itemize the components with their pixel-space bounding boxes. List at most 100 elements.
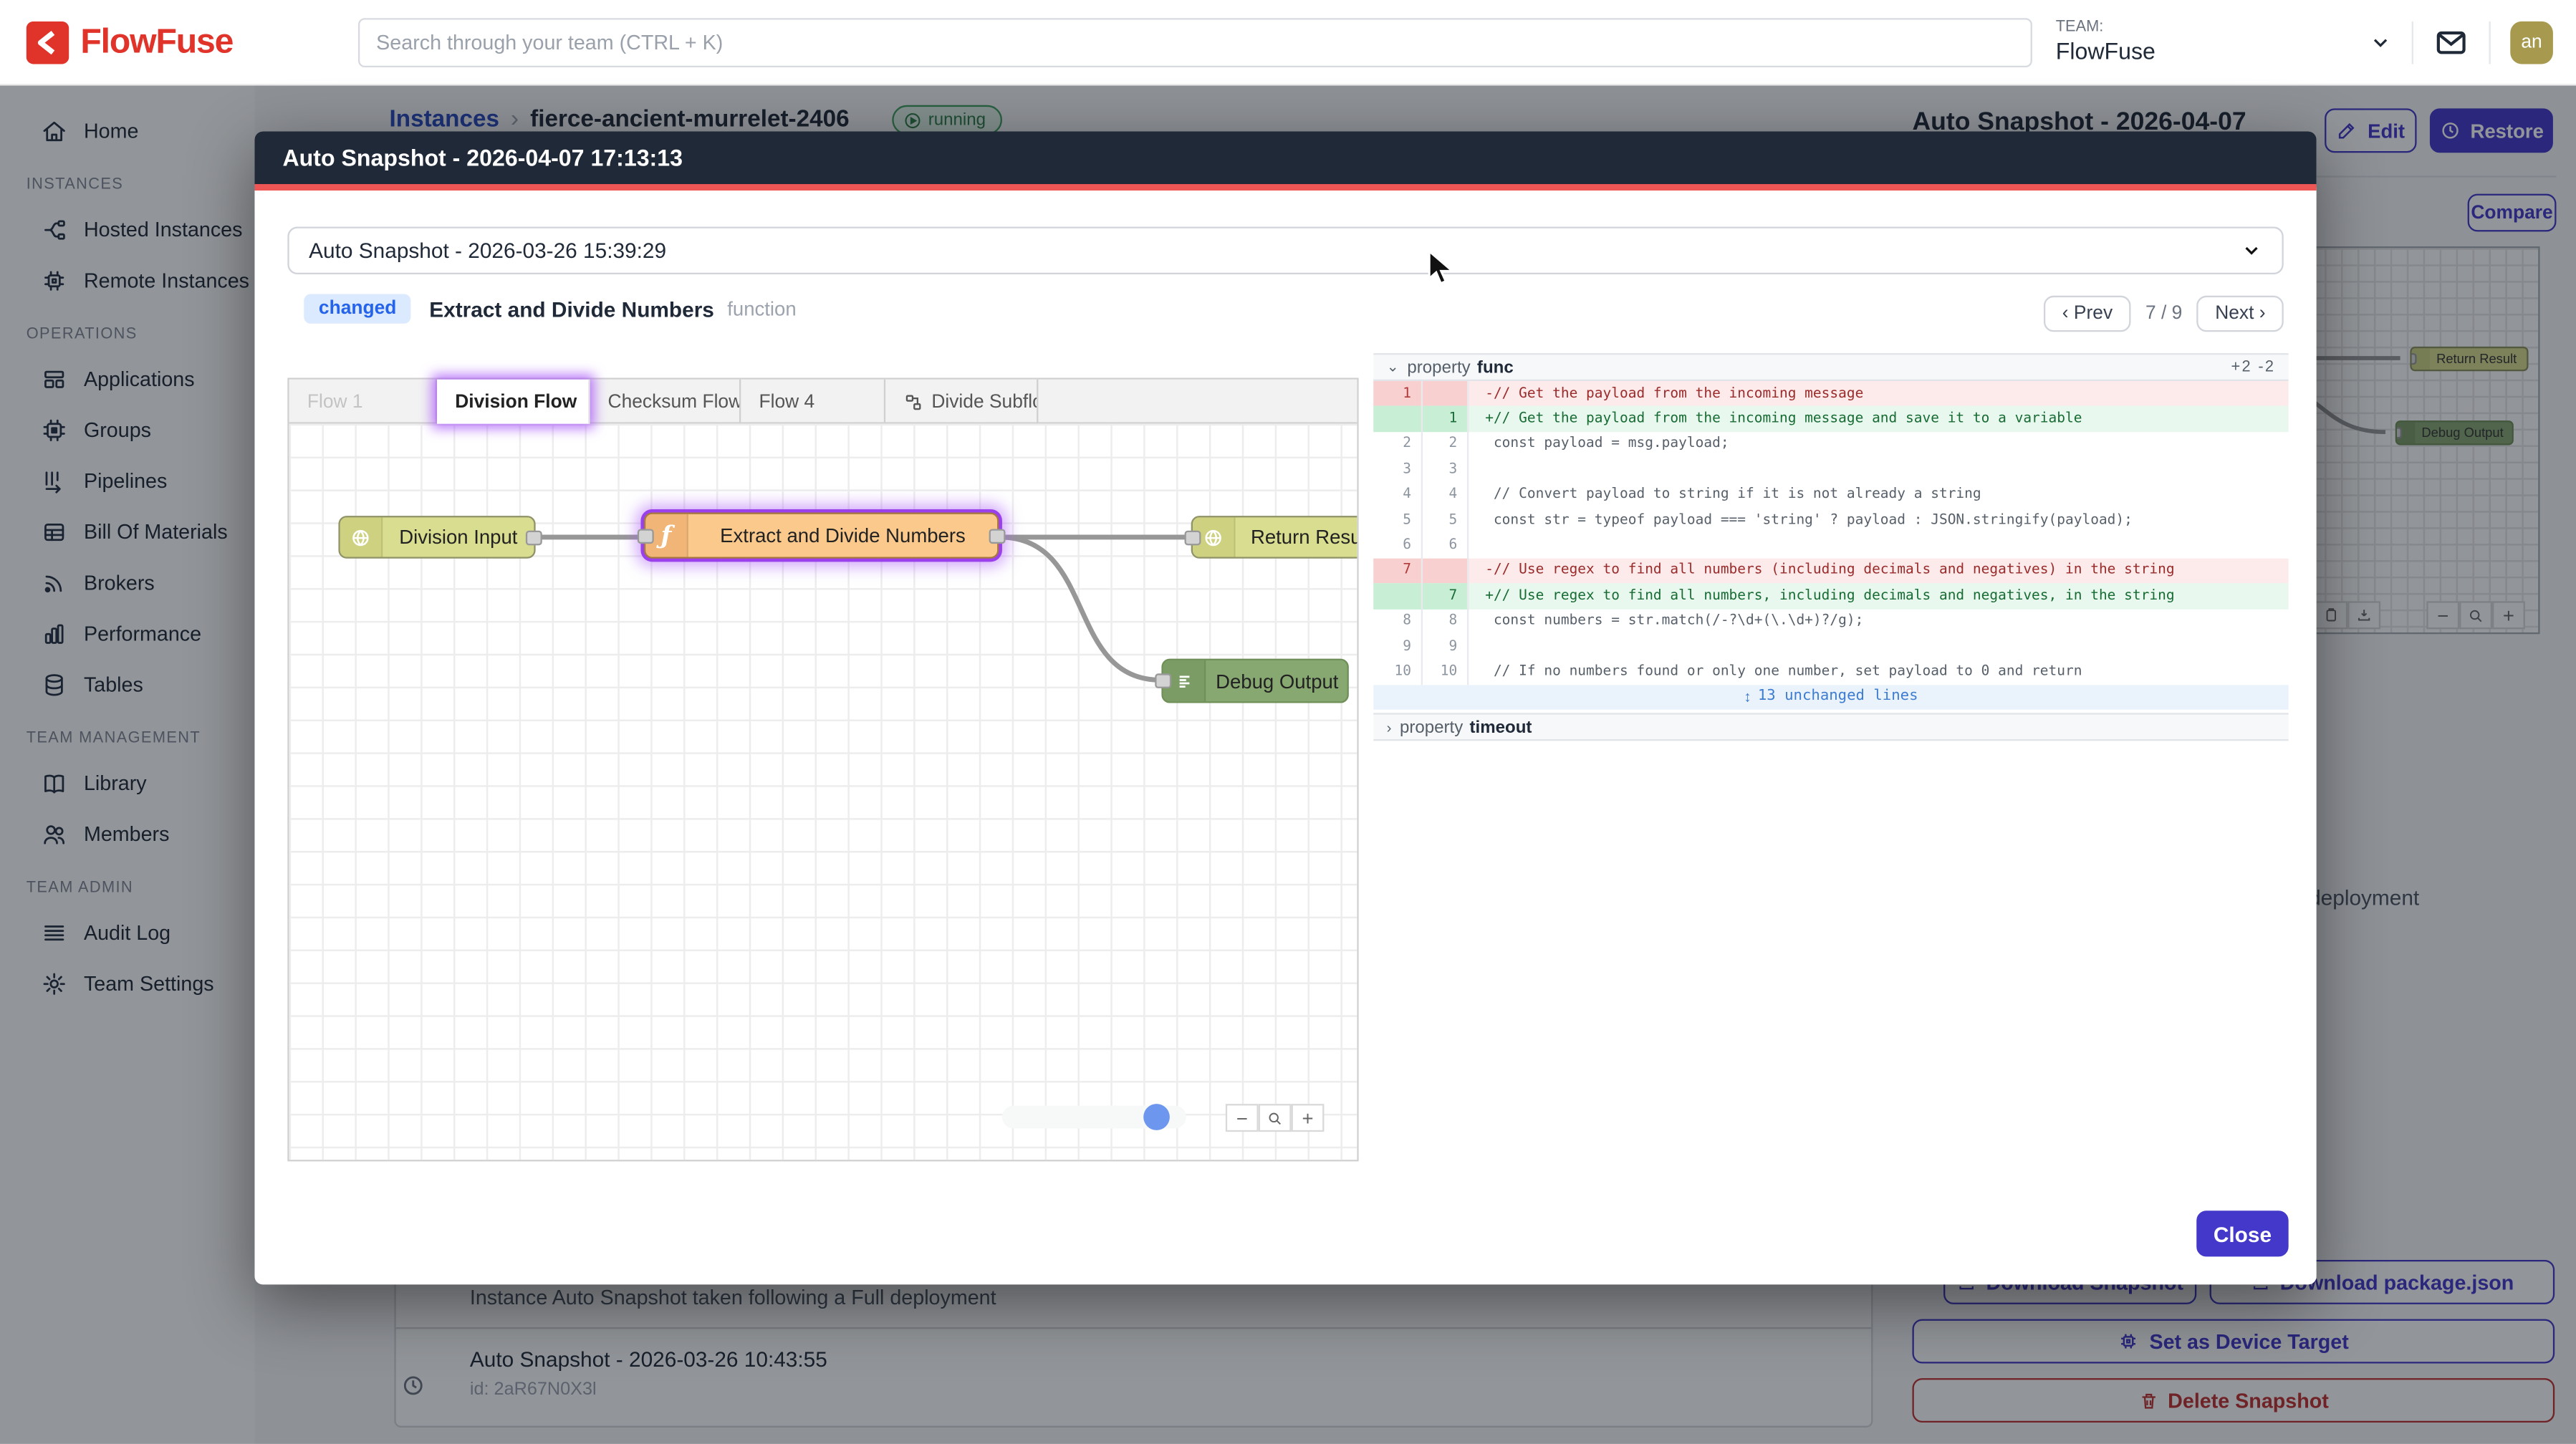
diff-property-header[interactable]: ⌄ property func +2 -2 <box>1373 353 2288 381</box>
diff-row-added: 1+// Get the payload from the incoming m… <box>1373 406 2288 431</box>
flowfuse-logo-icon <box>27 21 69 64</box>
tab-label: Division Flow <box>455 392 577 412</box>
diff-gutter-old: 6 <box>1373 533 1423 558</box>
close-button[interactable]: Close <box>2196 1210 2288 1256</box>
tab-flow-1[interactable]: Flow 1 <box>289 380 437 424</box>
changed-badge: changed <box>304 294 411 324</box>
node-port[interactable] <box>989 529 1006 544</box>
flow-tabs: Flow 1 Division Flow Checksum FlowFlow 4 Di… <box>289 380 1357 424</box>
team-label: TEAM: <box>2056 21 2156 39</box>
diff-gutter-new: 5 <box>1423 508 1469 533</box>
flowfuse-logo[interactable]: FlowFuse <box>27 21 330 64</box>
tab-flow-4[interactable]: Flow 4 <box>741 380 885 424</box>
diff-gutter-new <box>1423 558 1469 583</box>
diff-row-expander[interactable]: ↕ 13 unchanged lines <box>1373 685 2288 710</box>
diff-row-context: 99 <box>1373 634 2288 659</box>
node-port[interactable] <box>638 529 654 544</box>
diff-rows: 1 -// Get the payload from the incoming m… <box>1373 381 2288 710</box>
diff-gutter-old: 1 <box>1373 381 1423 406</box>
tab-checksum-flow[interactable]: Checksum Flow <box>590 380 741 424</box>
mail-icon[interactable] <box>2433 24 2469 60</box>
diff-row-context: 22 const payload = msg.payload; <box>1373 432 2288 457</box>
modal-header: Auto Snapshot - 2026-04-07 17:13:13 <box>254 131 2316 191</box>
diff-gutter-new: 3 <box>1423 457 1469 482</box>
diff-gutter-new: 6 <box>1423 533 1469 558</box>
diff-property-collapsed[interactable]: › property timeout <box>1373 713 2288 741</box>
diff-gutter-new <box>1423 381 1469 406</box>
next-button[interactable]: Next › <box>2197 296 2284 332</box>
diff-code <box>1469 533 2288 558</box>
dropdown-value: Auto Snapshot - 2026-03-26 15:39:29 <box>309 239 666 263</box>
snapshot-select-dropdown[interactable]: Auto Snapshot - 2026-03-26 15:39:29 <box>287 226 2283 274</box>
chevron-right-icon: › <box>1387 719 1392 736</box>
diff-row-added: 7+// Use regex to find all numbers, incl… <box>1373 583 2288 608</box>
search-input[interactable] <box>358 18 2032 67</box>
diff-code: +// Use regex to find all numbers, inclu… <box>1469 583 2288 608</box>
diff-code: const str = typeof payload === 'string' … <box>1469 508 2288 533</box>
diff-row-context: 55 const str = typeof payload === 'strin… <box>1373 508 2288 533</box>
team-selector[interactable]: TEAM: FlowFuse <box>2056 21 2156 65</box>
diff-row-context: 66 <box>1373 533 2288 558</box>
diff-gutter-new: 7 <box>1423 583 1469 608</box>
node-debug-output[interactable]: Debug Output <box>1161 659 1348 703</box>
tab-divide-subflow[interactable]: Divide Subflow <box>885 380 1038 424</box>
pagination-position: 7 / 9 <box>2145 304 2182 324</box>
diff-gutter-old: 4 <box>1373 482 1423 507</box>
diff-row-removed: 1 -// Get the payload from the incoming m… <box>1373 381 2288 406</box>
zoom-reset-button[interactable] <box>1259 1104 1292 1132</box>
node-port[interactable] <box>526 531 542 546</box>
diff-counts: +2 -2 <box>2231 358 2276 376</box>
diff-gutter-old <box>1373 406 1423 431</box>
tab-label: Flow 1 <box>307 392 363 412</box>
node-port[interactable] <box>1155 673 1171 688</box>
diff-code: const payload = msg.payload; <box>1469 432 2288 457</box>
node-extract-and-divide[interactable]: ƒ Extract and Divide Numbers <box>644 513 999 559</box>
diff-code: -// Use regex to find all numbers (inclu… <box>1469 558 2288 583</box>
modal-title: Auto Snapshot - 2026-04-07 17:13:13 <box>282 145 683 171</box>
diff-gutter-new: 4 <box>1423 482 1469 507</box>
topbar-divider <box>2412 21 2413 64</box>
diff-code: -// Get the payload from the incoming me… <box>1469 381 2288 406</box>
logo-text: FlowFuse <box>80 22 233 62</box>
diff-gutter-old: 10 <box>1373 659 1423 684</box>
diff-gutter-new: 9 <box>1423 634 1469 659</box>
zoom-in-button[interactable]: + <box>1292 1104 1325 1132</box>
node-port[interactable] <box>1185 531 1201 546</box>
node-division-input[interactable]: Division Input <box>338 516 535 559</box>
zoom-slider-handle[interactable] <box>1143 1104 1170 1130</box>
zoom-out-button[interactable]: − <box>1226 1104 1259 1132</box>
unfold-icon: ↕ <box>1744 689 1751 706</box>
diff-gutter-old: 9 <box>1373 634 1423 659</box>
diff-gutter-new: 8 <box>1423 609 1469 634</box>
diff-gutter-old <box>1373 583 1423 608</box>
changed-node-name: Extract and Divide Numbers <box>429 297 714 321</box>
expander-label: 13 unchanged lines <box>1758 689 1918 706</box>
screen: Instances › fierce-ancient-murrelet-2406… <box>0 0 2576 1444</box>
magnifier-icon <box>1267 1110 1283 1126</box>
diff-panel: ⌄ property func +2 -2 1 -// Get the paylo… <box>1373 353 2288 741</box>
flow-canvas[interactable]: Division Input ƒ Extract and Divide Numb… <box>289 424 1357 1160</box>
diff-code <box>1469 457 2288 482</box>
topbar: FlowFuse TEAM: FlowFuse an <box>0 0 2576 85</box>
tab-label: Divide Subflow <box>931 392 1038 412</box>
change-summary: changed Extract and Divide Numbers funct… <box>304 294 796 324</box>
chevron-down-icon[interactable] <box>2369 32 2392 54</box>
diff-row-context: 88 const numbers = str.match(/-?\d+(\.\d… <box>1373 609 2288 634</box>
tab-division-flow[interactable]: Division Flow <box>437 380 590 424</box>
node-return-result[interactable]: Return Result <box>1191 516 1357 559</box>
flow-editor: Flow 1Division FlowChecksum FlowFlow 4Di… <box>287 377 1358 1161</box>
diff-row-context: 33 <box>1373 457 2288 482</box>
subflow-icon <box>903 392 923 412</box>
diff-gutter-new: 2 <box>1423 432 1469 457</box>
diff-code: const numbers = str.match(/-?\d+(\.\d+)?… <box>1469 609 2288 634</box>
tab-label: Checksum Flow <box>608 392 741 412</box>
diff-code: +// Get the payload from the incoming me… <box>1469 406 2288 431</box>
diff-code: // Convert payload to string if it is no… <box>1469 482 2288 507</box>
user-avatar[interactable]: an <box>2510 21 2553 64</box>
prev-button[interactable]: ‹ Prev <box>2044 296 2131 332</box>
zoom-slider[interactable] <box>1002 1105 1186 1128</box>
diff-gutter-old: 8 <box>1373 609 1423 634</box>
globe-icon <box>340 517 383 557</box>
mouse-cursor <box>1428 250 1456 296</box>
diff-gutter-old: 7 <box>1373 558 1423 583</box>
